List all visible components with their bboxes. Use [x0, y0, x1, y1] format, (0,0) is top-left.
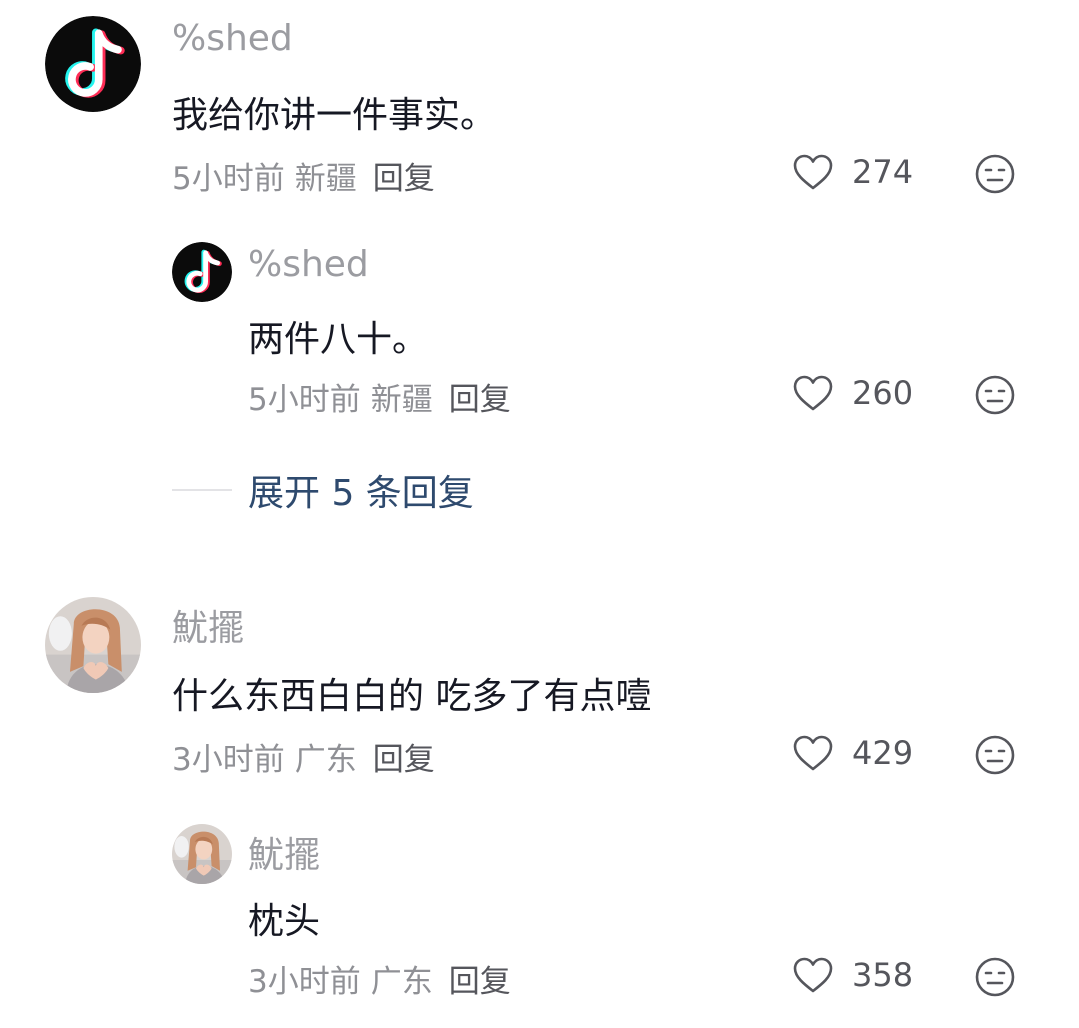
like-button[interactable]: 260 — [792, 374, 913, 412]
reply-location: 广东 — [370, 964, 433, 1000]
heart-icon — [792, 734, 834, 772]
user-photo-avatar[interactable] — [172, 824, 232, 884]
divider — [172, 489, 232, 491]
meh-face-icon — [974, 734, 1016, 776]
like-count: 260 — [852, 374, 914, 412]
expand-replies-label: 展开 5 条回复 — [248, 473, 474, 514]
heart-icon — [792, 374, 834, 412]
expand-replies-button[interactable]: 展开 5 条回复 — [172, 464, 474, 516]
comment-username[interactable]: 魷擺 — [172, 599, 244, 651]
comment-time: 5小时前 — [172, 161, 285, 197]
reply-meta: 5小时前 新疆 回复 — [248, 374, 511, 419]
tiktok-avatar-icon[interactable] — [45, 16, 141, 112]
comment-meta: 5小时前 新疆 回复 — [172, 153, 435, 198]
reply-time: 3小时前 — [248, 964, 361, 1000]
meh-face-icon — [974, 956, 1016, 998]
reply-meta: 3小时前 广东 回复 — [248, 956, 511, 1001]
reply-button[interactable]: 回复 — [373, 734, 435, 779]
meh-face-icon — [974, 153, 1016, 195]
comment-time: 3小时前 — [172, 742, 285, 778]
like-button[interactable]: 274 — [792, 153, 913, 191]
comment-location: 广东 — [294, 742, 357, 778]
comment-text: 什么东西白白的 吃多了有点噎 — [172, 676, 652, 717]
comment-username[interactable]: %shed — [172, 18, 293, 59]
comment-meta: 3小时前 广东 回复 — [172, 734, 435, 779]
reply-time: 5小时前 — [248, 382, 361, 418]
dislike-button[interactable] — [974, 153, 1016, 195]
reply-text: 枕头 — [248, 901, 321, 942]
reply-button[interactable]: 回复 — [449, 374, 511, 419]
like-count: 274 — [852, 153, 914, 191]
reply-text: 两件八十。 — [248, 319, 429, 360]
like-button[interactable]: 429 — [792, 734, 913, 772]
reply-username[interactable]: 魷擺 — [248, 826, 320, 878]
dislike-button[interactable] — [974, 956, 1016, 998]
comment-location: 新疆 — [294, 161, 357, 197]
comment-text: 我给你讲一件事实。 — [172, 95, 497, 136]
heart-icon — [792, 153, 834, 191]
user-photo-avatar[interactable] — [45, 597, 141, 693]
dislike-button[interactable] — [974, 374, 1016, 416]
reply-location: 新疆 — [370, 382, 433, 418]
reply-button[interactable]: 回复 — [449, 956, 511, 1001]
reply-button[interactable]: 回复 — [373, 153, 435, 198]
dislike-button[interactable] — [974, 734, 1016, 776]
like-count: 429 — [852, 734, 914, 772]
like-button[interactable]: 358 — [792, 956, 913, 994]
meh-face-icon — [974, 374, 1016, 416]
like-count: 358 — [852, 956, 914, 994]
heart-icon — [792, 956, 834, 994]
tiktok-avatar-icon[interactable] — [172, 242, 232, 302]
reply-username[interactable]: %shed — [248, 244, 369, 285]
